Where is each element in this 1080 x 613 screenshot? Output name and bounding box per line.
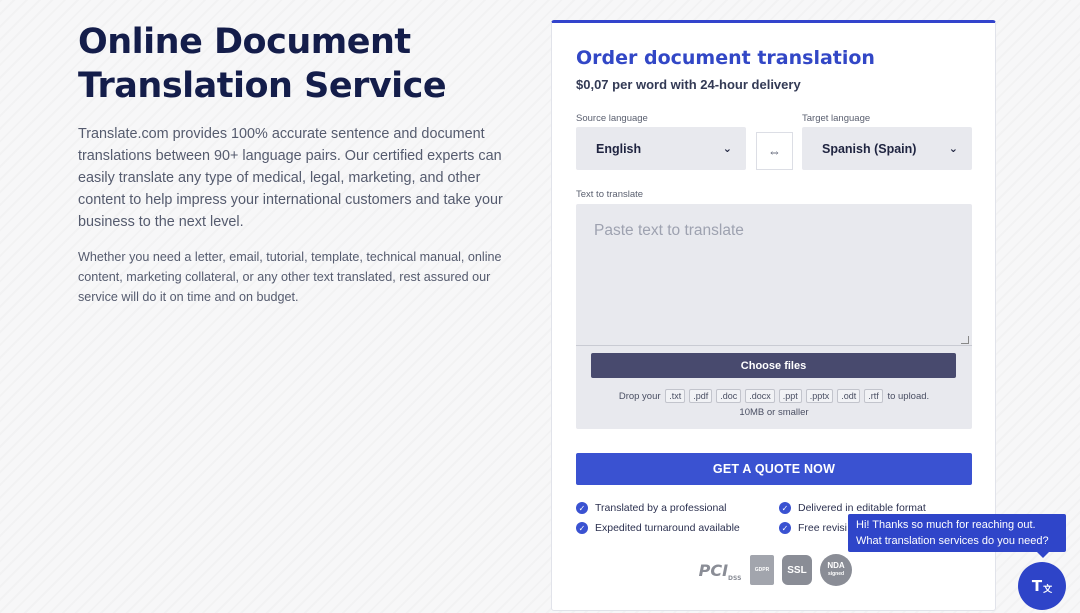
feature-label: Expedited turnaround available xyxy=(595,522,740,534)
drop-suffix: to upload. xyxy=(887,391,930,402)
file-size-limit: 10MB or smaller xyxy=(739,407,809,418)
drop-instructions: Drop your .txt .pdf .doc .docx .ppt .pptx .odt… xyxy=(576,389,972,403)
source-language-label: Source language xyxy=(576,113,648,124)
feature-item: ✓ Expedited turnaround available xyxy=(576,522,740,534)
hero-secondary-description: Whether you need a letter, email, tutori… xyxy=(78,250,502,304)
text-to-translate-label: Text to translate xyxy=(576,189,644,200)
trust-badges: PCI DSS GDPR SSL NDA signed xyxy=(698,554,852,586)
check-icon: ✓ xyxy=(779,522,791,534)
feature-item: ✓ Translated by a professional xyxy=(576,502,727,514)
file-extension-tag: .docx xyxy=(745,389,775,403)
translate-icon: 文 xyxy=(1043,585,1053,595)
nda-badge-icon: NDA signed xyxy=(820,554,852,586)
gdpr-badge-icon: GDPR xyxy=(750,555,774,585)
target-language-select[interactable]: Spanish (Spain) ⌄ xyxy=(802,127,972,170)
swap-languages-button[interactable]: ⇔ xyxy=(756,132,793,170)
source-language-value: English xyxy=(596,141,642,156)
gdpr-text: GDPR xyxy=(754,567,770,573)
pci-text: PCI xyxy=(698,560,729,580)
file-extension-tag: .pptx xyxy=(805,389,834,403)
check-icon: ✓ xyxy=(779,502,791,514)
file-extension-tag: .txt xyxy=(665,389,686,403)
feature-item: ✓ Delivered in editable format xyxy=(779,502,926,514)
ssl-badge-icon: SSL xyxy=(782,555,812,585)
text-to-translate-input[interactable]: Paste text to translate xyxy=(594,222,744,240)
chat-launcher-button[interactable]: T文 xyxy=(1018,562,1066,610)
order-title: Order document translation xyxy=(576,47,875,69)
file-extension-tag: .pdf xyxy=(689,389,713,403)
feature-item: ✓ Free revisi xyxy=(779,522,847,534)
feature-label: Delivered in editable format xyxy=(798,502,926,514)
pci-dss-badge-icon: PCI DSS xyxy=(698,555,742,585)
chat-bubble-tail xyxy=(1037,552,1049,558)
choose-files-button[interactable]: Choose files xyxy=(591,353,956,378)
file-extension-tag: .doc xyxy=(716,389,742,403)
file-extension-tag: .rtf xyxy=(864,389,883,403)
file-extension-list: .txt .pdf .doc .docx .ppt .pptx .odt .rtf xyxy=(663,389,885,403)
chat-greeting-bubble[interactable]: Hi! Thanks so much for reaching out. Wha… xyxy=(848,514,1066,552)
source-language-select[interactable]: English ⌄ xyxy=(576,127,746,170)
chat-icon-letter: T xyxy=(1031,577,1043,595)
chat-line-1: Hi! Thanks so much for reaching out. xyxy=(856,519,1036,531)
check-icon: ✓ xyxy=(576,522,588,534)
nda-text: NDA xyxy=(827,561,845,570)
chevron-down-icon: ⌄ xyxy=(722,143,732,155)
get-quote-button[interactable]: GET A QUOTE NOW xyxy=(576,453,972,485)
chat-line-2: What translation services do you need? xyxy=(856,535,1049,547)
hero-section: Online Document Translation Service Tran… xyxy=(78,20,508,307)
feature-label: Translated by a professional xyxy=(595,502,727,514)
target-language-label: Target language xyxy=(802,113,871,124)
feature-label: Free revisi xyxy=(798,522,848,534)
swap-arrows-icon: ⇔ xyxy=(768,143,781,159)
upload-divider xyxy=(576,345,972,346)
file-extension-tag: .ppt xyxy=(778,389,802,403)
resize-handle-icon[interactable] xyxy=(961,336,969,344)
page-title: Online Document Translation Service xyxy=(78,22,447,106)
chevron-down-icon: ⌄ xyxy=(948,143,958,155)
nda-sub-text: signed xyxy=(827,571,845,577)
upload-area: Paste text to translate Choose files Dro… xyxy=(576,204,972,429)
hero-description: Translate.com provides 100% accurate sen… xyxy=(78,126,503,230)
file-extension-tag: .odt xyxy=(837,389,861,403)
pci-sub-text: DSS xyxy=(728,574,742,582)
drop-prefix: Drop your xyxy=(618,391,661,402)
target-language-value: Spanish (Spain) xyxy=(822,141,917,156)
order-price-subtitle: $0,07 per word with 24-hour delivery xyxy=(576,77,801,92)
check-icon: ✓ xyxy=(576,502,588,514)
ssl-text: SSL xyxy=(787,564,807,576)
